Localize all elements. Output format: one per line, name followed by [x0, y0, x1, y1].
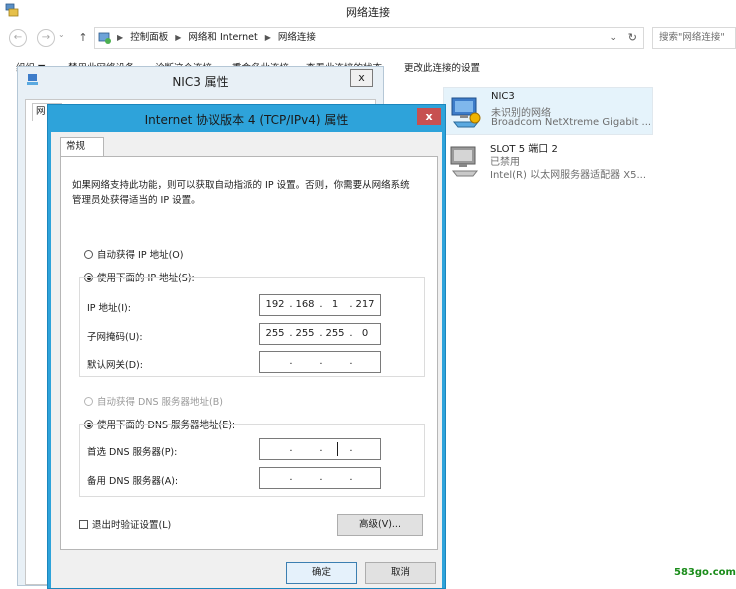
ip-octet-4: 217	[355, 299, 375, 310]
network-adapter-icon	[451, 97, 481, 128]
tab-general[interactable]: 常规	[60, 137, 104, 157]
change-settings-command[interactable]: 更改此连接的设置	[404, 60, 480, 74]
ip-octet-3: 1	[331, 299, 339, 310]
window-title: 网络连接	[346, 6, 390, 19]
nic3-close-button[interactable]: x	[350, 69, 373, 87]
breadcrumb-separator-icon: ▶	[264, 33, 271, 42]
ipv4-dialog-title: Internet 协议版本 4 (TCP/IPv4) 属性	[144, 113, 349, 127]
connection-name: NIC3	[491, 91, 515, 102]
auto-ip-radio[interactable]: 自动获得 IP 地址(O)	[84, 247, 183, 261]
recent-dropdown-icon[interactable]: ⌄	[58, 30, 65, 39]
radio-off-icon	[84, 397, 93, 406]
ip-address-label: IP 地址(I):	[87, 303, 131, 314]
auto-dns-radio[interactable]: 自动获得 DNS 服务器地址(B)	[84, 394, 223, 408]
subnet-octet-2: 255	[295, 328, 315, 339]
breadcrumb-separator-icon: ▶	[175, 33, 182, 42]
advanced-button[interactable]: 高级(V)...	[337, 514, 423, 536]
preferred-dns-label: 首选 DNS 服务器(P):	[87, 447, 178, 458]
alternate-dns-label: 备用 DNS 服务器(A):	[87, 476, 179, 487]
breadcrumb-separator-icon: ▶	[117, 33, 124, 42]
ip-address-field[interactable]: 192 . 168 . 1 . 217	[259, 294, 381, 316]
window-titlebar: 网络连接	[0, 0, 736, 24]
validate-on-exit-label: 退出时验证设置(L)	[92, 520, 172, 531]
ipv4-properties-dialog: Internet 协议版本 4 (TCP/IPv4) 属性 x 常规 如果网络支…	[47, 104, 446, 589]
subnet-octet-3: 255	[325, 328, 345, 339]
forward-button[interactable]: →	[37, 29, 55, 47]
default-gateway-field[interactable]: . . .	[259, 351, 381, 373]
connection-device: Intel(R) 以太网服务器适配器 X5...	[490, 170, 646, 181]
breadcrumb-network-connections[interactable]: 网络连接	[278, 32, 316, 43]
ok-button[interactable]: 确定	[286, 562, 357, 584]
checkbox-unchecked-icon	[79, 520, 88, 529]
connection-slot5-port2[interactable]: SLOT 5 端口 2 已禁用 Intel(R) 以太网服务器适配器 X5...	[443, 137, 653, 185]
refresh-icon[interactable]: ↻	[628, 28, 637, 48]
subnet-mask-label: 子网掩码(U):	[87, 332, 143, 343]
general-panel: 如果网络支持此功能，则可以获取自动指派的 IP 设置。否则，你需要从网络系统管理…	[60, 156, 438, 550]
connection-nic3[interactable]: NIC3 未识别的网络 Broadcom NetXtreme Gigabit .…	[443, 87, 653, 135]
ipv4-dialog-body: 常规 如果网络支持此功能，则可以获取自动指派的 IP 设置。否则，你需要从网络系…	[51, 132, 442, 588]
network-adapter-disabled-icon	[450, 146, 479, 177]
radio-off-icon	[84, 250, 93, 259]
preferred-dns-field[interactable]: . . .	[259, 438, 381, 460]
up-button[interactable]: ↑	[76, 30, 90, 46]
text-caret	[337, 442, 338, 456]
validate-on-exit-checkbox[interactable]: 退出时验证设置(L)	[79, 517, 171, 531]
subnet-mask-field[interactable]: 255 . 255 . 255 . 0	[259, 323, 381, 345]
breadcrumb-network-internet[interactable]: 网络和 Internet	[188, 32, 257, 43]
control-panel-icon	[98, 32, 111, 44]
address-bar[interactable]: ▶ 控制面板 ▶ 网络和 Internet ▶ 网络连接 ⌄ ↻	[94, 27, 644, 49]
nic3-dialog-title: NIC3 属性	[172, 75, 229, 89]
address-dropdown-icon[interactable]: ⌄	[609, 28, 617, 48]
watermark: 583go.com	[674, 567, 736, 578]
ip-octet-1: 192	[265, 299, 285, 310]
auto-ip-label: 自动获得 IP 地址(O)	[97, 250, 184, 261]
back-button[interactable]: ←	[9, 29, 27, 47]
cancel-button[interactable]: 取消	[365, 562, 436, 584]
address-row: ← → ⌄ ↑ ▶ 控制面板 ▶ 网络和 Internet ▶ 网络连接 ⌄ ↻…	[0, 24, 736, 54]
alternate-dns-field[interactable]: . . .	[259, 467, 381, 489]
connection-device: Broadcom NetXtreme Gigabit ...	[491, 117, 652, 128]
nic3-titlebar: NIC3 属性 x	[18, 67, 383, 95]
intro-text: 如果网络支持此功能，则可以获取自动指派的 IP 设置。否则，你需要从网络系统管理…	[72, 180, 410, 206]
subnet-octet-1: 255	[265, 328, 285, 339]
subnet-octet-4: 0	[361, 328, 369, 339]
breadcrumb: ▶ 控制面板 ▶ 网络和 Internet ▶ 网络连接	[117, 28, 320, 48]
breadcrumb-control-panel[interactable]: 控制面板	[130, 32, 168, 43]
search-input[interactable]: 搜索"网络连接"	[652, 27, 736, 49]
ipv4-close-button[interactable]: x	[417, 108, 441, 125]
auto-dns-label: 自动获得 DNS 服务器地址(B)	[97, 397, 223, 408]
default-gateway-label: 默认网关(D):	[87, 360, 143, 371]
ip-octet-2: 168	[295, 299, 315, 310]
